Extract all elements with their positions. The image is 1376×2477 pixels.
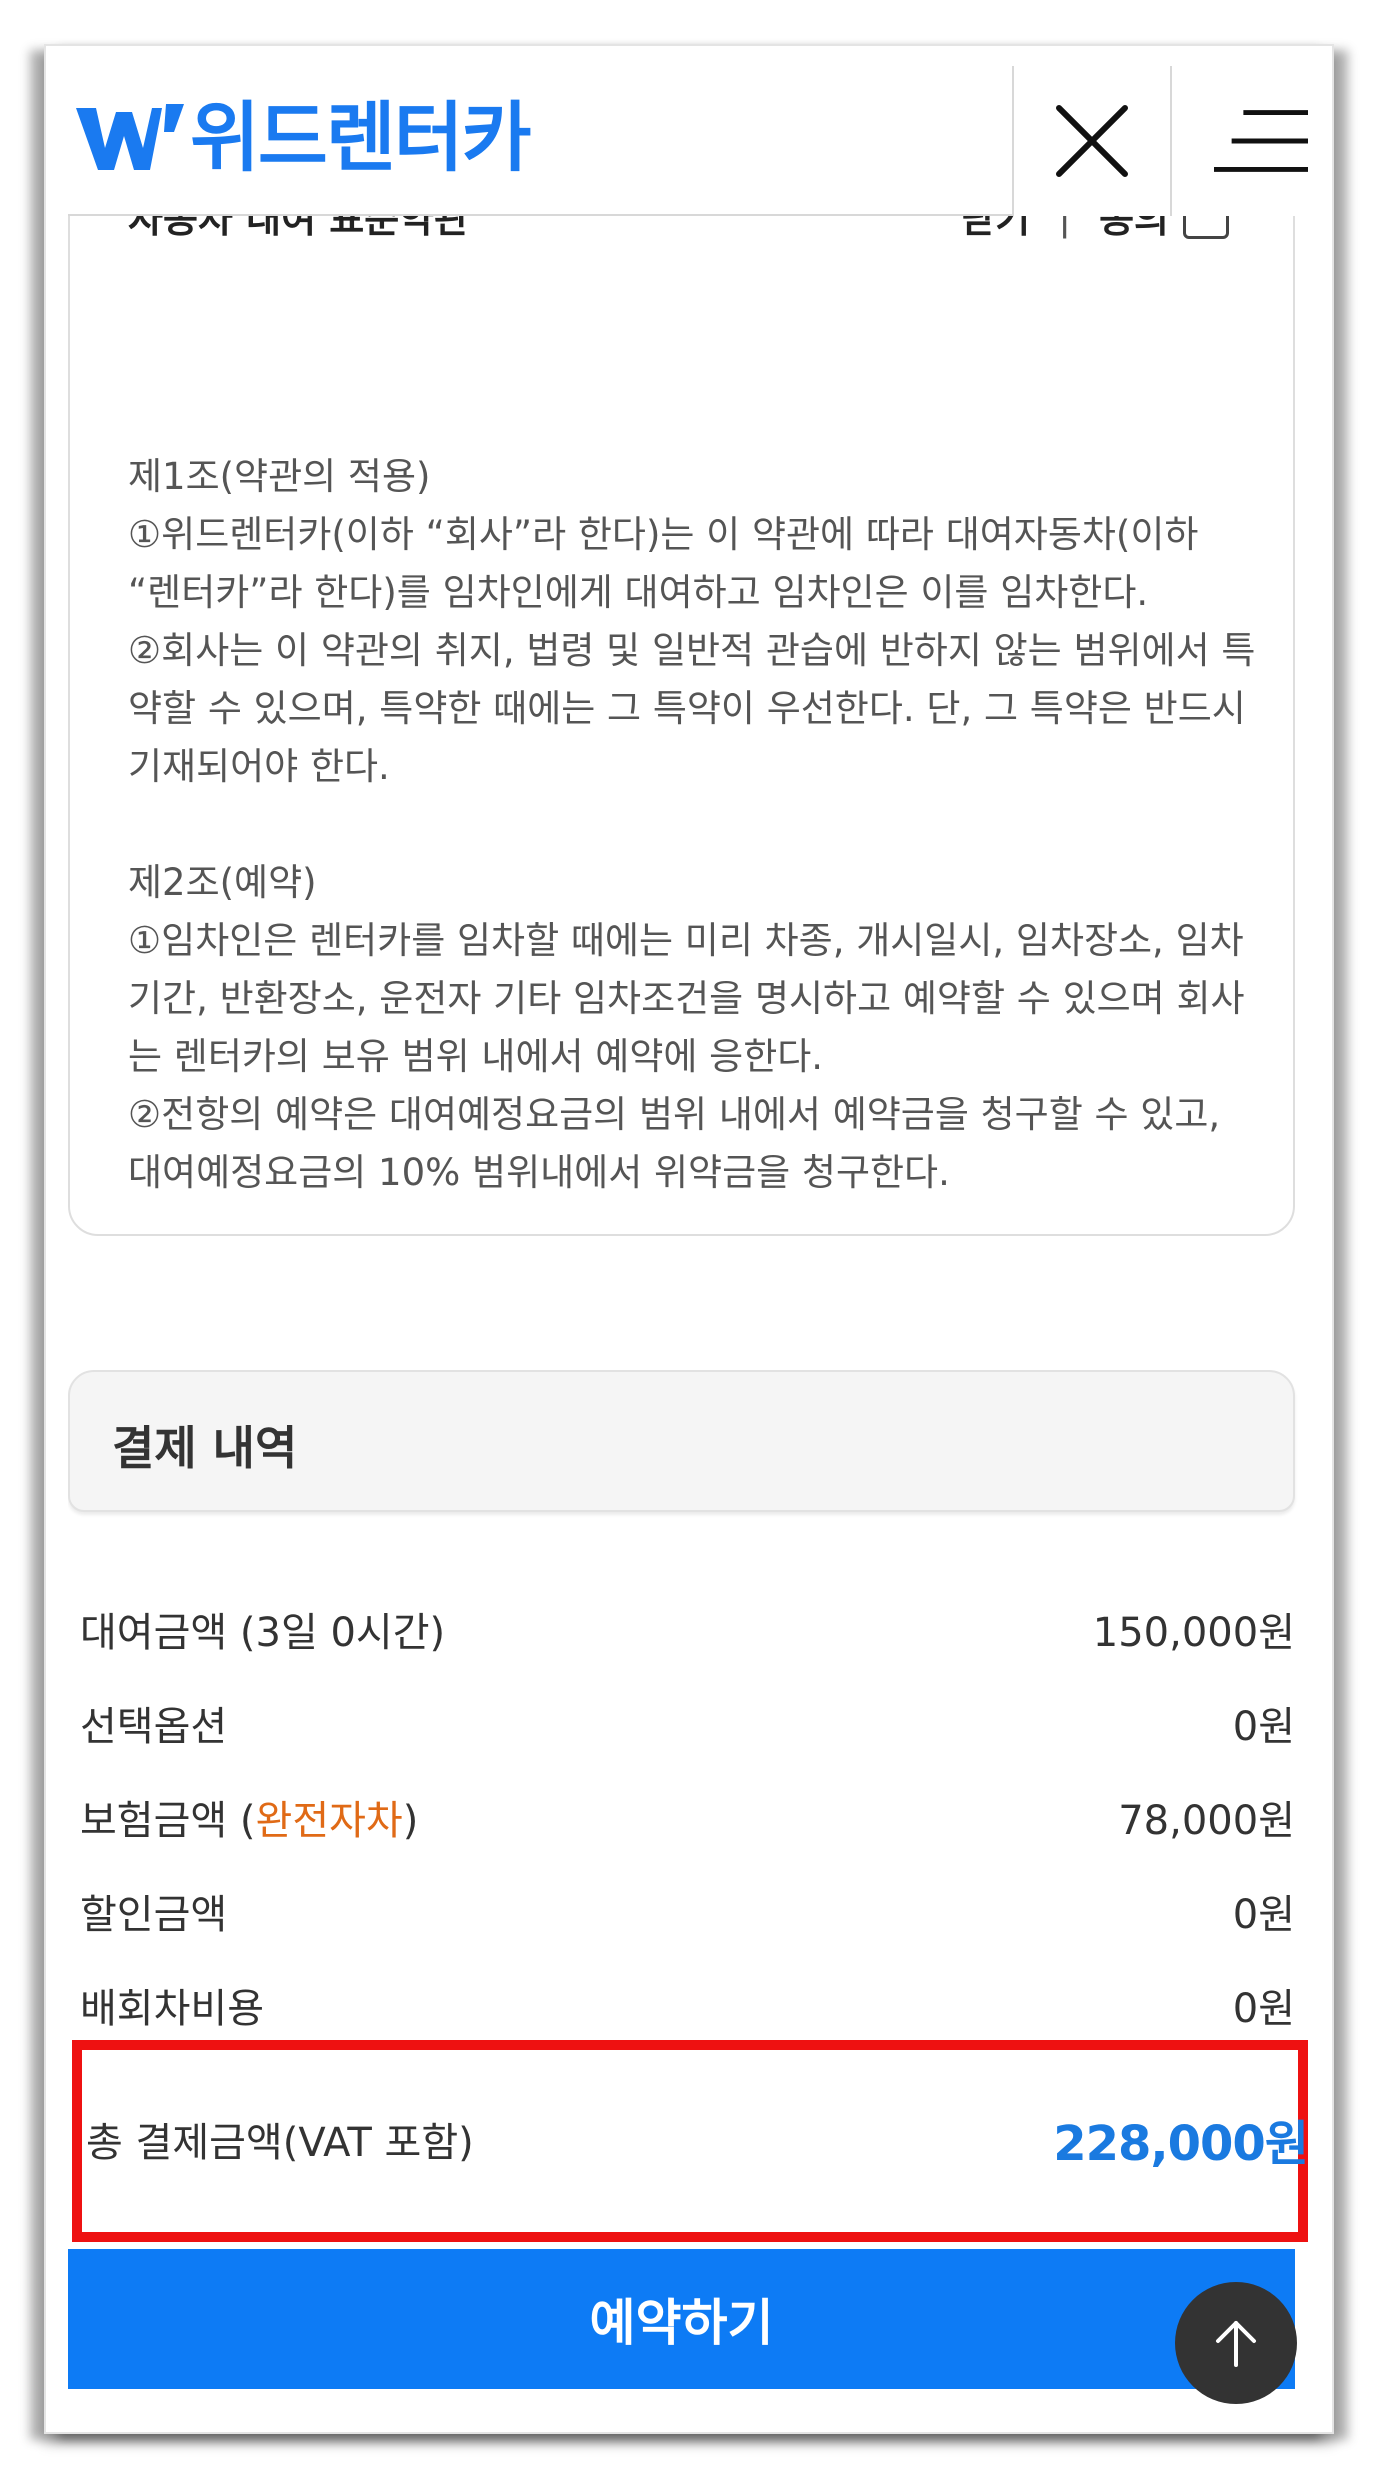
close-button[interactable] (1012, 66, 1170, 216)
terms-gap (128, 796, 1258, 854)
payment-row-label: 대여금액 (3일 0시간) (80, 1610, 446, 1656)
brand-logo[interactable]: 위드렌터카 (74, 88, 532, 188)
payment-row-value: 0원 (1232, 1986, 1295, 2032)
total-label: 총 결제금액(VAT 포함) (86, 2120, 474, 2166)
payment-section-title: 결제 내역 (112, 1421, 298, 1475)
hamburger-menu-icon (1214, 110, 1308, 172)
arrow-up-icon (1216, 2321, 1256, 2367)
terms-article-1-clause-1: ①위드렌터카(이하 “회사”라 한다)는 이 약관에 따라 대여자동차(이하 “… (128, 513, 1199, 614)
payment-row-insurance: 보험금액 (완전자차) 78,000원 (80, 1782, 1295, 1852)
insurance-type: 완전자차 (255, 1798, 403, 1844)
terms-article-2-clause-1: ①임차인은 렌터카를 임차할 때에는 미리 차종, 개시일시, 임차장소, 임차… (128, 919, 1245, 1078)
total-highlight-box: 총 결제금액(VAT 포함) 228,000원 (72, 2040, 1308, 2242)
payment-row-value: 150,000원 (1092, 1610, 1295, 1656)
payment-row-rental: 대여금액 (3일 0시간) 150,000원 (80, 1594, 1295, 1664)
menu-button[interactable] (1170, 66, 1308, 216)
w-logo-icon (76, 104, 184, 170)
insurance-label-suffix: ) (402, 1798, 419, 1844)
insurance-label-prefix: 보험금액 ( (80, 1798, 256, 1844)
payment-row-options: 선택옵션 0원 (80, 1688, 1295, 1758)
payment-row-label: 할인금액 (80, 1892, 228, 1938)
payment-row-discount: 할인금액 0원 (80, 1876, 1295, 1946)
terms-article-2-title: 제2조(예약) (128, 861, 317, 904)
site-header: 위드렌터카 (68, 66, 1308, 216)
close-icon (1056, 105, 1128, 177)
reserve-button[interactable]: 예약하기 (68, 2249, 1295, 2389)
payment-section-header: 결제 내역 (68, 1370, 1295, 1512)
total-value: 228,000원 (1053, 2116, 1308, 2172)
payment-row-label: 선택옵션 (80, 1704, 228, 1750)
terms-scroll-body[interactable]: 제1조(약관의 적용) ①위드렌터카(이하 “회사”라 한다)는 이 약관에 따… (128, 448, 1258, 1228)
payment-row-value: 0원 (1232, 1704, 1295, 1750)
terms-article-2-clause-2: ②전항의 예약은 대여예정요금의 범위 내에서 예약금을 청구할 수 있고, 대… (128, 1093, 1221, 1194)
payment-row-delivery: 배회차비용 0원 (80, 1970, 1295, 2040)
payment-row-label: 배회차비용 (80, 1986, 264, 2032)
terms-article-1-title: 제1조(약관의 적용) (128, 455, 431, 498)
payment-row-value: 78,000원 (1118, 1798, 1295, 1844)
mobile-screen: 자동차 대여 표준약관 닫기 | 동의 제1조(약관의 적용) ①위드렌터카(이… (68, 66, 1308, 2406)
brand-logo-text: 위드렌터카 (190, 93, 532, 182)
terms-article-1-clause-2: ②회사는 이 약관의 취지, 법령 및 일반적 관습에 반하지 않는 범위에서 … (128, 629, 1256, 788)
scroll-top-button[interactable] (1175, 2282, 1297, 2404)
payment-total-row: 총 결제금액(VAT 포함) 228,000원 (86, 2104, 1308, 2174)
terms-card[interactable]: 자동차 대여 표준약관 닫기 | 동의 제1조(약관의 적용) ①위드렌터카(이… (68, 146, 1295, 1236)
payment-row-label: 보험금액 (완전자차) (80, 1788, 418, 1846)
payment-row-value: 0원 (1232, 1892, 1295, 1938)
